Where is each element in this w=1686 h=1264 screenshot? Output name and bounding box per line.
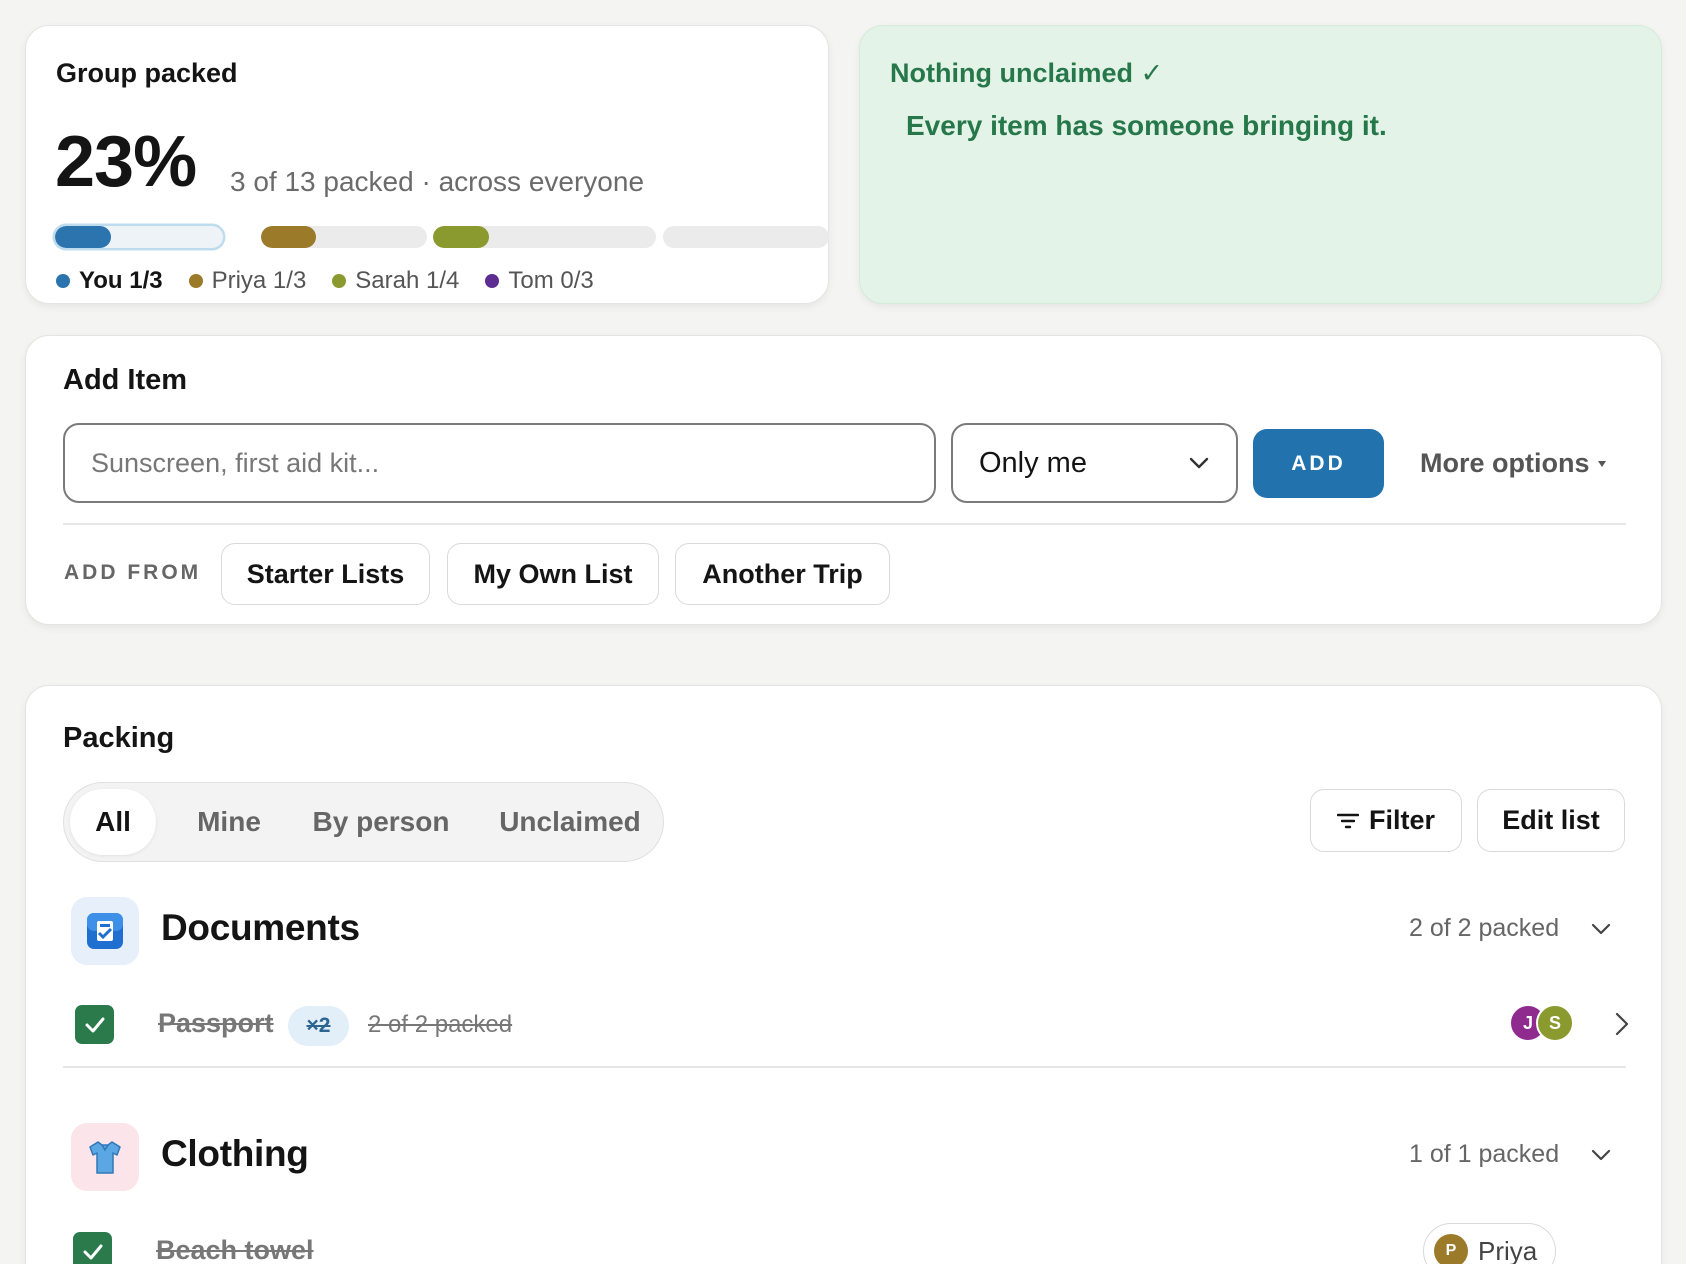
legend-label-sarah: Sarah 1/4 bbox=[355, 267, 460, 294]
chevron-down-icon[interactable] bbox=[1591, 1149, 1611, 1161]
packing-title: Packing bbox=[63, 722, 175, 754]
tab-by-person[interactable]: By person bbox=[290, 789, 472, 855]
shirt-icon bbox=[89, 1141, 121, 1174]
legend-you[interactable]: You 1/3 bbox=[56, 267, 163, 295]
group-summary: 3 of 13 packed · across everyone bbox=[230, 166, 645, 197]
add-button[interactable]: ADD bbox=[1253, 429, 1384, 498]
unclaimed-title: Nothing unclaimed ✓ bbox=[890, 58, 1164, 88]
legend-dot-priya bbox=[188, 274, 203, 288]
item-packed-count: 2 of 2 packed bbox=[368, 1011, 513, 1038]
more-options-link[interactable]: More options bbox=[1420, 448, 1606, 479]
group-packed-card: Group packed 23% 3 of 13 packed · across… bbox=[25, 25, 829, 304]
progress-fill-priya bbox=[261, 226, 317, 248]
avatar: P bbox=[1434, 1234, 1468, 1264]
legend-label-you: You 1/3 bbox=[79, 267, 163, 294]
progress-legend: You 1/3 Priya 1/3 Sarah 1/4 Tom 0/3 bbox=[56, 267, 594, 295]
unclaimed-card: Nothing unclaimed ✓ Every item has someo… bbox=[859, 25, 1662, 304]
category-count-documents: 2 of 2 packed bbox=[1409, 914, 1560, 942]
caret-down-icon bbox=[1597, 460, 1606, 467]
progress-fill-sarah bbox=[433, 226, 489, 248]
legend-dot-sarah bbox=[332, 274, 347, 288]
item-name: Beach towel bbox=[156, 1235, 314, 1264]
unclaimed-message: Every item has someone bringing it. bbox=[906, 110, 1387, 141]
passport-control-icon bbox=[87, 913, 123, 949]
group-percent: 23% bbox=[55, 122, 197, 202]
chevron-down-icon bbox=[1189, 457, 1209, 469]
legend-label-tom: Tom 0/3 bbox=[508, 267, 594, 294]
legend-tom[interactable]: Tom 0/3 bbox=[485, 267, 594, 295]
check-icon bbox=[83, 1244, 102, 1259]
tab-mine[interactable]: Mine bbox=[176, 789, 282, 855]
add-from-label: ADD FROM bbox=[64, 561, 202, 584]
divider bbox=[63, 1066, 1626, 1068]
assignee-select-value: Only me bbox=[979, 446, 1087, 479]
tab-unclaimed[interactable]: Unclaimed bbox=[484, 789, 656, 855]
assignee-pill[interactable]: P Priya bbox=[1423, 1223, 1557, 1264]
progress-bars bbox=[55, 226, 829, 248]
edit-list-button[interactable]: Edit list bbox=[1477, 789, 1625, 852]
item-name-input[interactable] bbox=[63, 423, 936, 503]
list-item[interactable]: Passport ×2 2 of 2 packed J S bbox=[63, 984, 1629, 1066]
starter-lists-button[interactable]: Starter Lists bbox=[221, 543, 430, 605]
category-name-clothing: Clothing bbox=[161, 1133, 309, 1174]
chevron-right-icon[interactable] bbox=[1615, 1012, 1629, 1036]
legend-dot-you bbox=[56, 274, 70, 288]
legend-sarah[interactable]: Sarah 1/4 bbox=[332, 267, 459, 295]
avatar[interactable]: S bbox=[1536, 1004, 1574, 1042]
category-icon-clothing bbox=[71, 1123, 139, 1191]
chevron-down-icon[interactable] bbox=[1591, 923, 1611, 935]
item-checkbox[interactable] bbox=[75, 1005, 114, 1044]
legend-priya[interactable]: Priya 1/3 bbox=[188, 267, 307, 295]
list-item[interactable]: Beach towel P Priya bbox=[63, 1211, 1626, 1264]
legend-label-priya: Priya 1/3 bbox=[211, 267, 307, 294]
item-name: Passport bbox=[158, 1008, 274, 1038]
category-name-documents: Documents bbox=[161, 907, 360, 948]
legend-dot-tom bbox=[485, 274, 500, 288]
assignee-name: Priya bbox=[1478, 1235, 1538, 1264]
add-item-title: Add Item bbox=[63, 364, 188, 396]
packing-card: Packing All Mine By person Unclaimed Fil… bbox=[25, 685, 1662, 1264]
my-own-list-button[interactable]: My Own List bbox=[447, 543, 659, 605]
group-packed-title: Group packed bbox=[56, 58, 238, 88]
quantity-badge: ×2 bbox=[288, 1006, 349, 1046]
progress-fill-you bbox=[55, 226, 111, 248]
assignee-select[interactable]: Only me bbox=[951, 423, 1238, 503]
more-options-label: More options bbox=[1420, 448, 1590, 478]
progress-bar-tom[interactable] bbox=[663, 226, 829, 248]
category-count-clothing: 1 of 1 packed bbox=[1409, 1140, 1560, 1168]
progress-bar-sarah[interactable] bbox=[433, 226, 656, 248]
another-trip-button[interactable]: Another Trip bbox=[675, 543, 890, 605]
category-icon-documents bbox=[71, 897, 139, 965]
filter-icon bbox=[1336, 813, 1359, 828]
filter-button[interactable]: Filter bbox=[1310, 789, 1462, 852]
progress-bar-priya[interactable] bbox=[261, 226, 427, 248]
progress-bar-you[interactable] bbox=[55, 226, 223, 248]
item-checkbox[interactable] bbox=[73, 1232, 112, 1264]
view-tabs: All Mine By person Unclaimed bbox=[63, 782, 664, 862]
tab-all[interactable]: All bbox=[70, 789, 156, 855]
filter-label: Filter bbox=[1368, 805, 1435, 835]
add-item-card: Add Item Only me ADD More options ADD FR… bbox=[25, 335, 1662, 625]
divider bbox=[63, 523, 1626, 525]
check-icon bbox=[85, 1017, 104, 1032]
